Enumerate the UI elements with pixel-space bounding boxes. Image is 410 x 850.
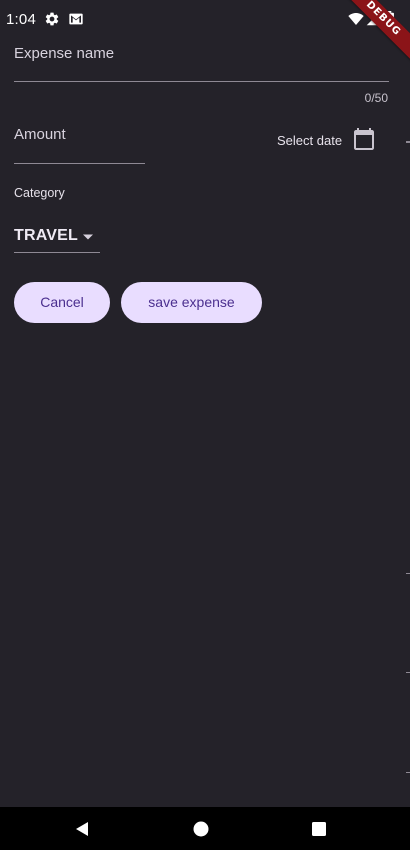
expense-name-label: Expense name xyxy=(14,45,115,62)
status-bar: 1:04 xyxy=(0,0,410,40)
amount-label: Amount xyxy=(14,126,66,143)
select-date-label: Select date xyxy=(277,133,343,148)
back-icon[interactable] xyxy=(74,821,90,837)
gmail-icon xyxy=(69,13,83,25)
category-selected-value: TRAVEL xyxy=(14,227,79,244)
add-expense-screen: 1:04 DEBUG Expense name 0/50 Amount Sele… xyxy=(0,0,410,850)
wifi-icon xyxy=(348,13,364,25)
amount-underline xyxy=(14,163,145,164)
calendar-icon[interactable] xyxy=(352,127,376,151)
category-dropdown[interactable]: TRAVEL xyxy=(14,224,100,253)
home-icon[interactable] xyxy=(193,821,209,837)
category-dropdown-underline xyxy=(14,252,100,253)
navigation-bar xyxy=(0,807,410,850)
peek-divider xyxy=(406,573,410,574)
caret-down-icon xyxy=(83,234,93,240)
peek-divider xyxy=(406,772,410,773)
recents-icon[interactable] xyxy=(311,821,327,837)
status-time: 1:04 xyxy=(6,11,36,28)
expense-name-underline xyxy=(14,81,389,82)
save-expense-button[interactable]: save expense xyxy=(121,282,262,323)
expense-name-counter: 0/50 xyxy=(364,91,388,105)
peek-divider xyxy=(406,141,410,143)
cancel-button[interactable]: Cancel xyxy=(14,282,110,323)
peek-divider xyxy=(406,672,410,673)
category-label: Category xyxy=(14,186,65,200)
gear-icon xyxy=(45,12,59,26)
